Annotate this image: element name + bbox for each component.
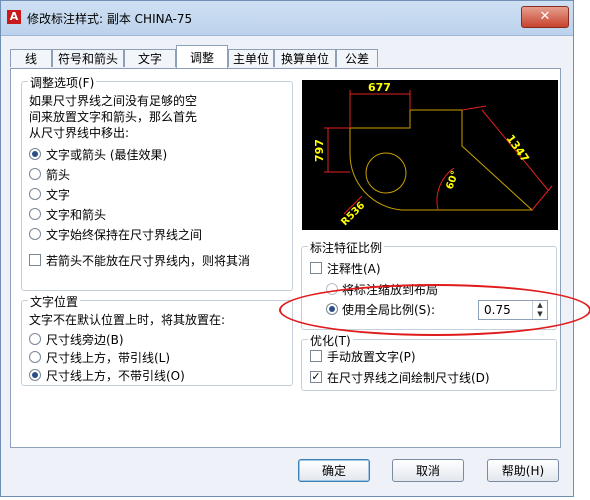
tab-fit[interactable]: 调整: [176, 45, 228, 68]
fit-description-line-1: 如果尺寸界线之间没有足够的空: [29, 94, 198, 108]
text-placement-group: 文字位置 文字不在默认位置上时，将其放置在: 尺寸线旁边(B) 尺寸线上方，带引…: [21, 293, 293, 386]
radio-text[interactable]: [29, 188, 41, 200]
fine-tuning-group: 优化(T) 手动放置文字(P) ✓ 在尺寸界线之间绘制尺寸线(D): [301, 332, 557, 391]
preview-dim-text-right: 1347: [504, 132, 532, 165]
preview-hole-circle: [365, 152, 407, 194]
radio-text-or-arrows[interactable]: [29, 148, 41, 160]
draw-dim-line-checkbox[interactable]: ✓: [310, 371, 322, 383]
radio-over-with-leader[interactable]: [29, 351, 41, 363]
radio-always-keep-text-between-label[interactable]: 文字始终保持在尺寸界线之间: [46, 226, 202, 243]
radio-over-without-leader[interactable]: [29, 369, 41, 381]
draw-dim-line-label[interactable]: 在尺寸界线之间绘制尺寸线(D): [327, 369, 490, 386]
suppress-arrows-label[interactable]: 若箭头不能放在尺寸界线内，则将其消: [46, 252, 250, 269]
annotative-checkbox[interactable]: [310, 262, 322, 274]
tab-lines[interactable]: 线: [10, 49, 52, 67]
suppress-arrows-checkbox[interactable]: [29, 254, 41, 266]
radio-text-and-arrows[interactable]: [29, 208, 41, 220]
preview-dim-text-left: 797: [313, 139, 326, 162]
fit-options-group: 调整选项(F) 如果尺寸界线之间没有足够的空 间来放置文字和箭头，那么首先 从尺…: [21, 74, 293, 291]
radio-arrows-label[interactable]: 箭头: [46, 166, 70, 183]
scale-features-title: 标注特征比例: [308, 239, 385, 256]
fit-options-title: 调整选项(F): [28, 74, 97, 91]
tab-text[interactable]: 文字: [124, 49, 176, 67]
radio-over-with-leader-label[interactable]: 尺寸线上方，带引线(L): [46, 349, 170, 366]
tab-primary-units[interactable]: 主单位: [228, 49, 274, 67]
text-placement-description: 文字不在默认位置上时，将其放置在:: [29, 313, 226, 327]
dialog-window: A 修改标注样式: 副本 CHINA-75 ✕ 线 符号和箭头 文字 调整 主单…: [0, 0, 574, 497]
radio-arrows[interactable]: [29, 168, 41, 180]
preview-dim-text-angle: 60°: [444, 169, 461, 191]
cancel-button[interactable]: 取消: [392, 459, 464, 482]
radio-always-keep-text-between[interactable]: [29, 228, 41, 240]
tab-symbols-arrows[interactable]: 符号和箭头: [52, 49, 124, 67]
radio-text-or-arrows-label[interactable]: 文字或箭头 (最佳效果): [46, 146, 167, 163]
radio-text-and-arrows-label[interactable]: 文字和箭头: [46, 206, 106, 223]
radio-beside-dim-line-label[interactable]: 尺寸线旁边(B): [46, 331, 124, 348]
help-button[interactable]: 帮助(H): [487, 459, 559, 482]
ok-button[interactable]: 确定: [298, 459, 370, 482]
close-button[interactable]: ✕: [521, 6, 569, 28]
dimension-preview: 677 797 1347 60° R536: [302, 80, 558, 230]
text-placement-title: 文字位置: [28, 293, 81, 310]
preview-drawing: 677 797 1347 60° R536: [313, 81, 553, 228]
fit-description-line-2: 间来放置文字和箭头，那么首先: [29, 110, 198, 124]
radio-text-label[interactable]: 文字: [46, 186, 70, 203]
tab-alternate-units[interactable]: 换算单位: [274, 49, 336, 67]
annotative-label[interactable]: 注释性(A): [327, 260, 381, 277]
autocad-app-icon: A: [7, 10, 21, 24]
manual-placement-label[interactable]: 手动放置文字(P): [327, 348, 416, 365]
title-bar[interactable]: A 修改标注样式: 副本 CHINA-75 ✕: [1, 1, 573, 36]
radio-beside-dim-line[interactable]: [29, 333, 41, 345]
manual-placement-checkbox[interactable]: [310, 350, 322, 362]
window-title: 修改标注样式: 副本 CHINA-75: [27, 12, 193, 26]
radio-over-without-leader-label[interactable]: 尺寸线上方，不带引线(O): [46, 367, 185, 384]
tab-tolerances[interactable]: 公差: [336, 49, 378, 67]
fine-tuning-title: 优化(T): [308, 332, 353, 349]
tab-panel-fit: 调整选项(F) 如果尺寸界线之间没有足够的空 间来放置文字和箭头，那么首先 从尺…: [10, 68, 561, 448]
fit-description-line-3: 从尺寸界线中移出:: [29, 126, 130, 140]
preview-dim-text-top: 677: [368, 81, 391, 94]
preview-part-outline: [349, 109, 534, 211]
annotation-ellipse: [279, 284, 590, 336]
